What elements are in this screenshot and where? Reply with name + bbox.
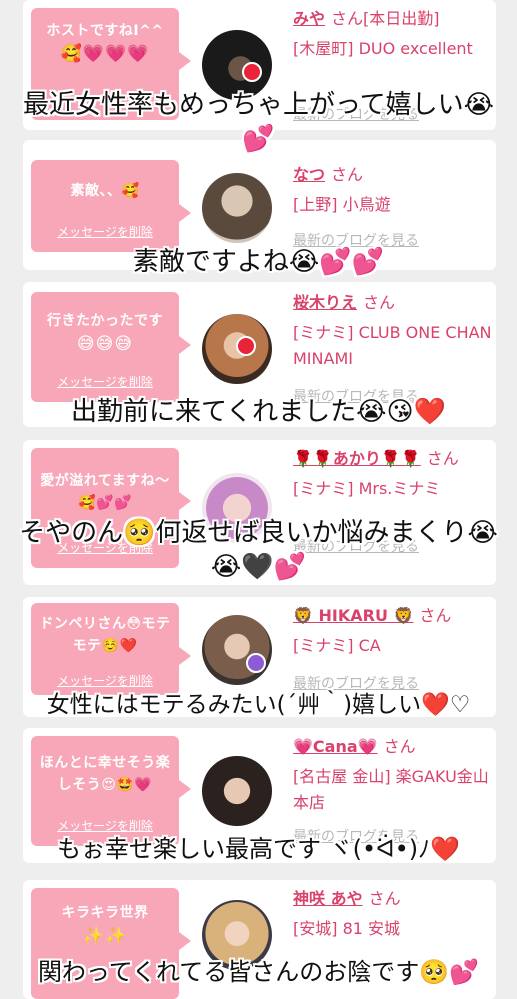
message-text: キラキラ世界 <box>61 905 149 921</box>
caption-text: 女性にはモテるみたい(´艸｀)嬉しい❤️♡ <box>46 692 471 718</box>
caption-text: 素敵ですよね😭💕💕 <box>132 247 385 277</box>
avatar[interactable] <box>202 173 272 243</box>
avatar[interactable] <box>202 615 272 685</box>
host-name-link[interactable]: 桜木りえ <box>293 293 357 312</box>
message-text: 愛が溢れてますね〜🥰💕💕 <box>40 473 170 511</box>
message-bubble: 素敵、、🥰 メッセージを削除 <box>31 160 191 252</box>
avatar[interactable] <box>202 314 272 384</box>
message-bubble: ほんとに幸せそう楽しそう😍🤩💗 メッセージを削除 <box>31 736 191 846</box>
shop-name: [名古屋 金山] 楽GAKU金山本店 <box>293 767 489 812</box>
delete-message-link[interactable]: メッセージを削除 <box>31 672 179 689</box>
message-text: 行きたかったです <box>47 313 163 329</box>
message-text: ほんとに幸せそう楽しそう😍🤩💗 <box>39 755 171 793</box>
shop-name: [木屋町] DUO excellent <box>293 39 473 58</box>
host-name-link[interactable]: 🌹🌹あかり🌹🌹 <box>293 449 421 468</box>
caption-text: もぉ幸せ楽しい最高です ヾ(•ᐛ•)ﾉ❤️ <box>56 835 460 863</box>
host-name-link[interactable]: 💗Cana💗 <box>293 737 378 756</box>
shop-name: [ミナミ] CA <box>293 636 381 655</box>
name-suffix: さん <box>419 606 452 625</box>
message-emoji: ✨✨ <box>82 926 128 946</box>
host-name-link[interactable]: 神咲 あや <box>293 889 363 908</box>
delete-message-link[interactable]: メッセージを削除 <box>31 223 179 240</box>
name-suffix: さん <box>383 737 416 756</box>
message-emoji: 🥰💗💗💗 <box>60 44 150 64</box>
name-suffix: さん <box>426 449 459 468</box>
shop-name: [ミナミ] CLUB ONE CHAN MINAMI <box>293 323 492 368</box>
name-suffix: さん <box>363 293 396 312</box>
name-suffix: さん <box>368 889 401 908</box>
caption-text: 関わってくれてる皆さんのお陰です🥺💕 <box>37 958 480 986</box>
message-text: 素敵、、🥰 <box>70 183 140 199</box>
heart-icon <box>242 62 262 82</box>
host-name-link[interactable]: なつ <box>293 165 325 184</box>
heart-icon <box>236 336 256 356</box>
name-suffix: さん[本日出勤] <box>331 9 440 28</box>
delete-message-link[interactable]: メッセージを削除 <box>31 373 179 390</box>
shop-name: [上野] 小鳥遊 <box>293 195 391 214</box>
shop-name: [安城] 81 安城 <box>293 919 401 938</box>
heart-icon <box>246 653 266 673</box>
avatar[interactable] <box>202 756 272 826</box>
name-suffix: さん <box>331 165 364 184</box>
host-name-link[interactable]: 🦁 HIKARU 🦁 <box>293 606 413 625</box>
message-text: ホストですねI^^ <box>46 23 164 39</box>
shop-name: [ミナミ] Mrs.ミナミ <box>293 479 441 498</box>
caption-text: そやのん🥺何返せば良いか悩みまくり😭😭🖤💕 <box>19 518 498 582</box>
message-bubble: 行きたかったです 😅😅😅 メッセージを削除 <box>31 292 191 402</box>
caption-text: 出勤前に来てくれました😭😘❤️ <box>70 397 447 427</box>
host-name-link[interactable]: みや <box>293 9 325 28</box>
caption-text: 最近女性率もめっちゃ上がって嬉しい😭💕 <box>22 90 495 154</box>
message-text: ドンペリさん😳モテモテ☺️❤️ <box>39 616 171 654</box>
message-emoji: 😅😅😅 <box>76 334 134 354</box>
message-bubble: ドンペリさん😳モテモテ☺️❤️ メッセージを削除 <box>31 603 191 695</box>
